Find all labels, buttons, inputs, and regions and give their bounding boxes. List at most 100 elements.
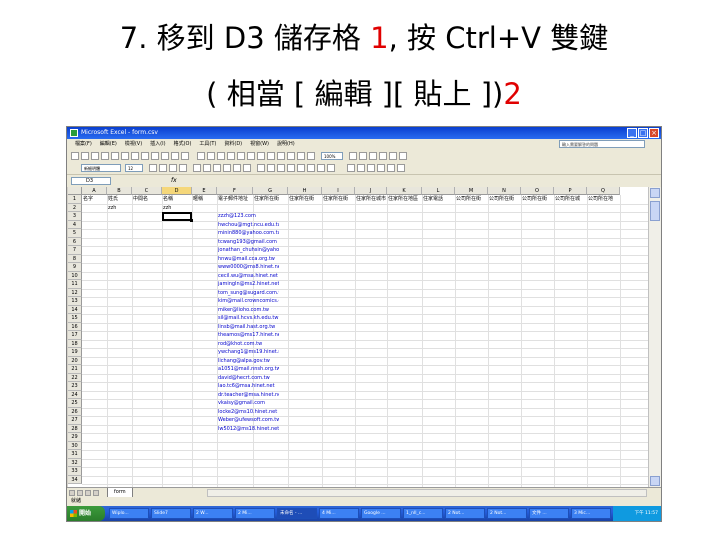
row-header[interactable]: 4 [68,220,82,229]
row-header[interactable]: 8 [68,254,82,263]
row-header[interactable]: 20 [68,356,82,365]
table-cell[interactable]: tom_sung@sugard.com.tw [217,289,279,298]
taskbar-item[interactable]: 2 Not... [445,508,485,519]
table-cell[interactable]: tcwang193@gmail.com [217,238,279,247]
toolbar-button-icon[interactable] [101,152,109,160]
row-header[interactable]: 12 [68,288,82,297]
row-header[interactable]: 19 [68,348,82,357]
row-header[interactable]: 15 [68,314,82,323]
toolbar-button-icon[interactable] [369,152,377,160]
table-cell[interactable]: rod@khot.com.tw [217,340,279,349]
table-cell[interactable]: 住家所在街 [253,195,288,204]
toolbar-button-icon[interactable] [159,164,167,172]
row-header[interactable]: 5 [68,229,82,238]
row-header[interactable]: 23 [68,382,82,391]
table-cell[interactable]: 住家電話 [422,195,455,204]
taskbar-item[interactable]: 1_nll_c... [403,508,443,519]
help-search-input[interactable]: 輸入需要解答的問題 [559,140,645,148]
row-header[interactable]: 10 [68,271,82,280]
table-cell[interactable]: jonathan_chuhsin@yahoo.com [217,246,279,255]
table-cell[interactable]: 公司所在街 [488,195,521,204]
toolbar-button-icon[interactable] [267,152,275,160]
toolbar-button-icon[interactable] [397,164,405,172]
menu-item-8[interactable]: 說明(H) [277,139,295,150]
toolbar-button-icon[interactable] [247,152,255,160]
row-header[interactable]: 13 [68,297,82,306]
table-cell[interactable]: 中間名 [132,195,162,204]
row-header[interactable]: 24 [68,390,82,399]
toolbar-button-icon[interactable] [307,152,315,160]
row-header[interactable]: 1 [68,195,82,204]
table-cell[interactable]: 名字 [82,195,107,204]
toolbar-button-icon[interactable] [387,164,395,172]
taskbar-item[interactable]: 3 Mic... [571,508,611,519]
toolbar-button-icon[interactable] [91,152,99,160]
toolbar-button-icon[interactable] [121,152,129,160]
toolbar-button-icon[interactable] [131,152,139,160]
toolbar-button-icon[interactable] [277,164,285,172]
fx-icon[interactable]: fx [171,176,177,186]
select-all-corner[interactable] [68,187,82,195]
toolbar-button-icon[interactable] [171,152,179,160]
table-cell[interactable]: ywchang1@ms19.hinet.net [217,348,279,357]
toolbar-button-icon[interactable] [169,164,177,172]
toolbar-button-icon[interactable] [257,164,265,172]
toolbar-button-icon[interactable] [257,152,265,160]
taskbar-item[interactable]: 4 Mi... [319,508,359,519]
row-header[interactable]: 26 [68,407,82,416]
column-header-d[interactable]: D [162,187,192,195]
taskbar-item[interactable]: 2 W... [193,508,233,519]
toolbar-button-icon[interactable] [297,164,305,172]
menu-item-3[interactable]: 插入(I) [150,139,165,150]
column-header-c[interactable]: C [132,187,162,195]
toolbar-button-icon[interactable] [179,164,187,172]
column-header-p[interactable]: P [554,187,587,195]
toolbar-button-icon[interactable] [193,164,201,172]
column-header-k[interactable]: K [387,187,422,195]
table-cell[interactable]: miker@lioho.com.tw [217,306,279,315]
toolbar-button-icon[interactable] [287,164,295,172]
toolbar-button-icon[interactable] [243,164,251,172]
column-header-m[interactable]: M [455,187,488,195]
toolbar-button-icon[interactable] [111,152,119,160]
toolbar-button-icon[interactable] [389,152,397,160]
menu-item-0[interactable]: 檔案(F) [75,139,92,150]
row-header[interactable]: 33 [68,467,82,476]
toolbar-button-icon[interactable] [237,152,245,160]
row-header[interactable]: 14 [68,305,82,314]
table-cell[interactable]: 住家所在地區 [387,195,422,204]
toolbar-button-icon[interactable] [327,164,335,172]
menu-item-7[interactable]: 視窗(W) [250,139,269,150]
table-cell[interactable]: 住家所在城市 [355,195,387,204]
table-cell[interactable]: a1051@mail.nnsh.org.tw [217,365,279,374]
toolbar-button-icon[interactable] [277,152,285,160]
table-cell[interactable]: linsb@mail.hast.org.tw [217,323,279,332]
column-header-q[interactable]: Q [587,187,620,195]
toolbar-button-icon[interactable] [307,164,315,172]
tab-next-icon[interactable] [85,490,91,496]
menu-item-4[interactable]: 格式(O) [174,139,192,150]
table-cell[interactable]: 公司所在街 [455,195,488,204]
menu-item-1[interactable]: 編輯(E) [100,139,117,150]
toolbar-button-icon[interactable] [149,164,157,172]
table-cell[interactable]: locke2@ms10.hinet.net [217,408,279,417]
table-cell[interactable]: lao.tc6@msa.hinet.net [217,382,279,391]
tab-prev-icon[interactable] [77,490,83,496]
toolbar-button-icon[interactable] [399,152,407,160]
table-cell[interactable]: cecil.wu@msa.hinet.net [217,272,279,281]
table-cell[interactable]: zzh [162,204,192,213]
menu-item-2[interactable]: 檢視(V) [125,139,142,150]
menu-item-6[interactable]: 資料(D) [224,139,242,150]
row-header[interactable]: 30 [68,441,82,450]
table-cell[interactable]: theamos@ms17.hinet.net [217,331,279,340]
row-header[interactable]: 16 [68,322,82,331]
toolbar-button-icon[interactable] [357,164,365,172]
table-cell[interactable]: 住家所在街 [288,195,322,204]
toolbar-button-icon[interactable] [233,164,241,172]
scroll-up-icon[interactable] [650,188,660,198]
minimize-button[interactable]: _ [627,128,637,138]
table-cell[interactable]: 公司所在地 [587,195,620,204]
font-size-select[interactable]: 12 [125,164,143,172]
table-cell[interactable]: zzh [107,204,132,213]
table-cell[interactable]: 姓氏 [107,195,132,204]
